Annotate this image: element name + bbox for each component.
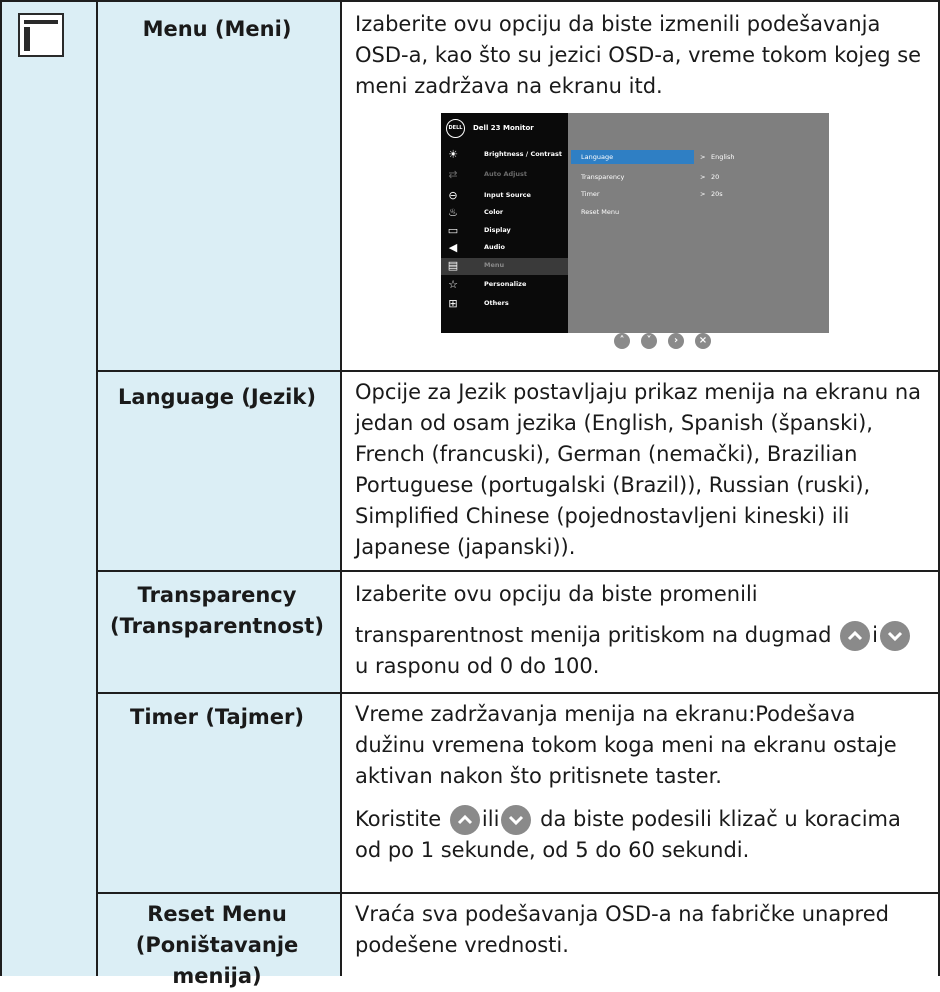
right-arrow-icon: › (668, 333, 684, 349)
close-icon: × (695, 333, 711, 349)
osd-arrow: > (700, 153, 706, 161)
up-button-icon (840, 621, 871, 651)
osd-item-input-source: ⊖ Input Source (441, 188, 568, 205)
menu-section-icon (18, 13, 64, 57)
row-desc-reset: Vraća sva podešavanja OSD-a na fabričke … (355, 902, 889, 957)
up-button-icon (449, 805, 480, 835)
osd-arrow: > (700, 173, 706, 181)
osd-item-color: ♨ Color (441, 205, 568, 222)
sun-icon: ☀ (448, 148, 458, 161)
osd-option-transparency: Transparency (581, 173, 625, 181)
color-icon: ♨ (448, 206, 458, 219)
row-desc-menu: Izaberite ovu opciju da biste izmenili p… (355, 12, 922, 98)
menu-icon: ▤ (447, 259, 459, 272)
osd-item-menu: ▤ Menu (441, 258, 568, 275)
osd-option-language: Language (571, 150, 694, 164)
osd-item-auto-adjust: ⇄ Auto Adjust (441, 167, 568, 184)
down-arrow-icon: ˅ (641, 333, 657, 349)
down-button-icon (879, 621, 910, 651)
star-icon: ☆ (448, 278, 458, 291)
input-source-icon: ⊖ (448, 189, 458, 202)
osd-arrow: > (700, 190, 706, 198)
osd-item-others: ⊞ Others (441, 296, 568, 313)
others-icon: ⊞ (448, 297, 458, 310)
osd-option-reset: Reset Menu (581, 208, 620, 216)
display-icon: ▭ (447, 224, 459, 237)
osd-menu-table: Menu (Meni) Izaberite ovu opciju da bist… (0, 0, 940, 988)
row-name-language: Language (Jezik) (118, 385, 316, 409)
osd-menu-screenshot: DELL Dell 23 Monitor ☀ Brightness / Contr… (441, 113, 829, 333)
osd-sidebar: DELL Dell 23 Monitor ☀ Brightness / Contr… (441, 113, 568, 333)
dell-logo: DELL (446, 119, 465, 138)
osd-value-language: English (711, 153, 735, 161)
row-desc-language: Opcije za Jezik postavljaju prikaz menij… (355, 380, 922, 559)
row-desc-transparency: Izaberite ovu opciju da biste promenili … (355, 579, 925, 682)
audio-icon: ◀ (448, 241, 458, 254)
osd-item-personalize: ☆ Personalize (441, 277, 568, 294)
osd-option-timer: Timer (581, 190, 600, 198)
osd-value-transparency: 20 (711, 173, 720, 181)
osd-item-audio: ◀ Audio (441, 240, 568, 257)
osd-model-name: Dell 23 Monitor (473, 124, 534, 132)
row-name-reset: Reset Menu (Poništavanje menija) (135, 902, 299, 988)
osd-item-display: ▭ Display (447, 224, 511, 237)
row-desc-timer: Vreme zadržavanja menija na ekranu:Podeš… (355, 702, 901, 862)
row-name-menu: Menu (Meni) (142, 17, 292, 41)
row-name-transparency: Transparency (Transparentnost) (110, 583, 324, 638)
osd-value-timer: 20s (711, 190, 723, 198)
down-button-icon (501, 805, 532, 835)
osd-item-brightness: ☀ Brightness / Contrast (441, 147, 568, 164)
up-arrow-icon: ˄ (614, 333, 630, 349)
auto-adjust-icon: ⇄ (448, 168, 458, 181)
row-name-timer: Timer (Tajmer) (130, 705, 304, 729)
